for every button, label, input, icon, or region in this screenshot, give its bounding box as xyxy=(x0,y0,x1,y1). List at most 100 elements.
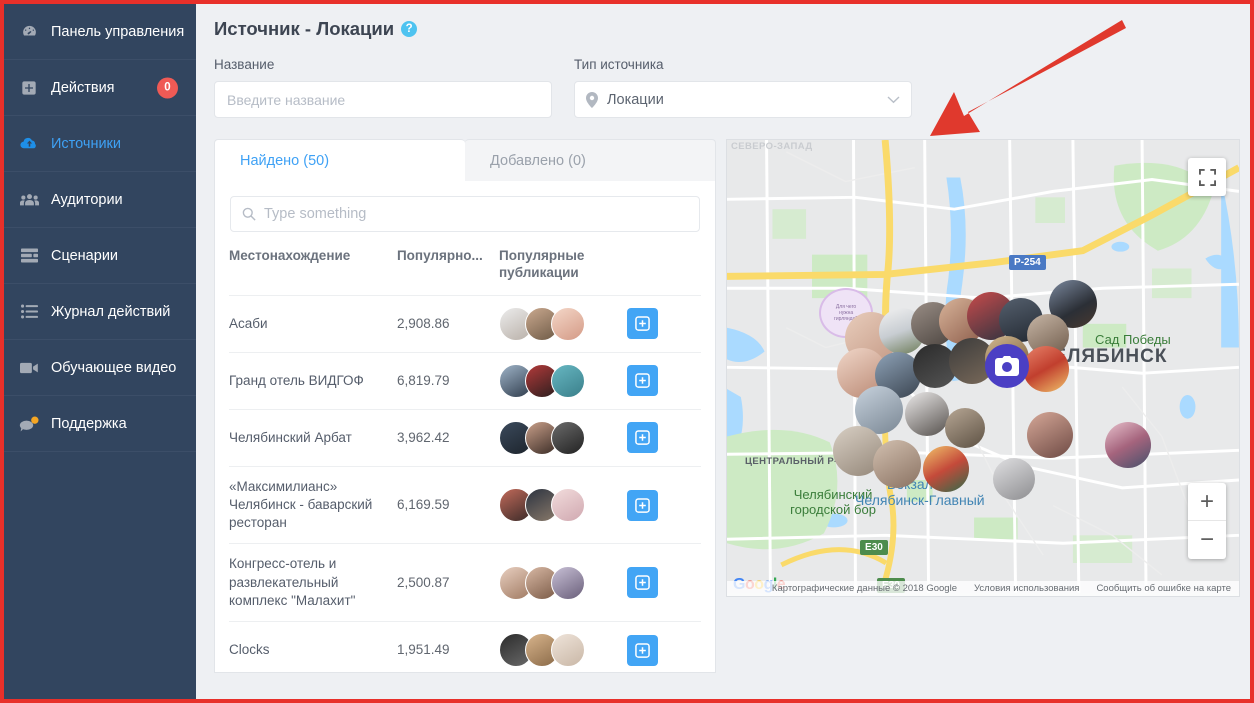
photo-marker[interactable] xyxy=(993,458,1036,500)
photo-marker[interactable] xyxy=(1027,412,1074,458)
photo-marker[interactable] xyxy=(1105,422,1152,468)
map-attribution: Картографические данные © 2018 Google Ус… xyxy=(727,581,1239,596)
table-row: Асаби 2,908.86 xyxy=(229,295,702,352)
photo-marker[interactable] xyxy=(873,440,922,488)
add-location-button[interactable] xyxy=(626,567,658,599)
search-icon xyxy=(242,207,256,221)
add-location-button[interactable] xyxy=(626,365,658,397)
table-body: Асаби 2,908.86 Гранд отель ВИДГОФ 6,819.79 Ч… xyxy=(229,295,702,672)
photo-marker[interactable] xyxy=(923,446,970,492)
cell-popularity: 3,962.42 xyxy=(396,429,450,445)
chat-icon xyxy=(18,416,40,432)
camera-cluster-marker[interactable] xyxy=(985,344,1030,388)
road-shield: E30 xyxy=(860,540,888,555)
map-data-attribution: Картографические данные © 2018 Google xyxy=(771,583,957,594)
photo-marker[interactable] xyxy=(945,408,986,448)
column-header-location: Местонахождение xyxy=(229,248,351,263)
table-head: Местонахождение Популярно... Популярные … xyxy=(229,232,701,295)
add-location-button[interactable] xyxy=(626,634,658,666)
add-location-button[interactable] xyxy=(626,489,658,521)
cell-action xyxy=(626,544,701,622)
table-header-row: Местонахождение Популярно... Популярные … xyxy=(229,232,701,295)
tab-found-label: Найдено (50) xyxy=(240,152,330,169)
video-icon xyxy=(18,361,40,375)
publication-thumbnail[interactable] xyxy=(551,488,586,523)
sidebar-item-label: Панель управления xyxy=(51,23,185,40)
plus-square-icon xyxy=(634,642,650,658)
publication-thumbnail[interactable] xyxy=(551,633,586,668)
map-zoom-controls: + − xyxy=(1188,483,1226,559)
photo-marker[interactable] xyxy=(1023,346,1070,392)
sidebar-item-sources[interactable]: Источники xyxy=(4,116,196,172)
tab-added[interactable]: Добавлено (0) xyxy=(465,139,717,181)
map-label: ЦЕНТРАЛЬНЫЙ Р-Н xyxy=(745,456,845,467)
app-window: Панель управления Действия 0 Источники А… xyxy=(0,0,1254,703)
status-badge: 0 xyxy=(157,77,178,98)
photo-marker[interactable] xyxy=(905,392,950,436)
column-header-publications: Популярные публикации xyxy=(499,248,585,280)
sidebar-item-audiences[interactable]: Аудитории xyxy=(4,172,196,228)
zoom-out-button[interactable]: − xyxy=(1188,521,1226,559)
table-row: Clocks 1,951.49 xyxy=(229,621,702,672)
content-split: Найдено (50) Добавлено (0) Type somethin… xyxy=(214,139,1240,673)
plus-square-icon xyxy=(634,373,650,389)
camera-icon xyxy=(995,356,1020,376)
map-report-link[interactable]: Сообщить об ошибке на карте xyxy=(1096,583,1231,594)
source-type-value: Локации xyxy=(607,91,664,108)
table-row: Конгресс-отель и развлекательный комплек… xyxy=(229,543,702,622)
cell-location: Гранд отель ВИДГОФ xyxy=(229,372,364,388)
chevron-down-icon xyxy=(887,95,900,104)
cell-location: Челябинский Арбат xyxy=(229,429,352,445)
cell-publications xyxy=(499,409,627,466)
cell-action xyxy=(626,295,701,352)
map-label: Челябинск-Главный xyxy=(855,492,985,508)
cell-action xyxy=(626,466,701,544)
users-icon xyxy=(18,191,40,208)
results-table-container: Type something Местонахождение Популярно… xyxy=(214,181,717,673)
map-terms-link[interactable]: Условия использования xyxy=(974,583,1079,594)
sidebar-item-label: Действия xyxy=(51,79,115,96)
main-content: Источник - Локации ? Название Введите на… xyxy=(196,4,1250,699)
search-input[interactable]: Type something xyxy=(230,196,701,232)
cell-publications xyxy=(499,544,627,622)
sidebar-item-label: Источники xyxy=(51,135,122,152)
sidebar-item-dashboard[interactable]: Панель управления xyxy=(4,4,196,60)
sidebar-item-scenarios[interactable]: Сценарии xyxy=(4,228,196,284)
tab-found[interactable]: Найдено (50) xyxy=(214,139,466,181)
cell-popularity: 2,500.87 xyxy=(396,574,450,590)
plus-square-icon xyxy=(634,575,650,591)
source-type-select[interactable]: Локации xyxy=(574,81,912,118)
name-field-group: Название Введите название xyxy=(214,57,552,118)
publication-thumbnail[interactable] xyxy=(551,363,586,398)
question-mark-icon[interactable]: ? xyxy=(401,21,418,37)
sidebar-item-actions[interactable]: Действия 0 xyxy=(4,60,196,116)
plus-square-icon xyxy=(634,430,650,446)
sidebar-item-label: Обучающее видео xyxy=(51,359,177,376)
sidebar: Панель управления Действия 0 Источники А… xyxy=(4,4,196,699)
road-shield: Р-254 xyxy=(1009,255,1046,270)
add-location-button[interactable] xyxy=(626,422,658,454)
publication-thumbnail[interactable] xyxy=(551,420,586,455)
source-type-label: Тип источника xyxy=(574,57,664,72)
cell-publications xyxy=(499,295,627,352)
add-location-button[interactable] xyxy=(626,308,658,340)
sidebar-item-support[interactable]: Поддержка xyxy=(4,396,196,452)
sidebar-item-activity-log[interactable]: Журнал действий xyxy=(4,284,196,340)
cell-location: Clocks xyxy=(229,641,270,657)
cell-publications xyxy=(499,622,627,672)
cell-action xyxy=(626,409,701,466)
table-row: Гранд отель ВИДГОФ 6,819.79 xyxy=(229,352,702,409)
tab-added-label: Добавлено (0) xyxy=(490,152,586,169)
zoom-in-button[interactable]: + xyxy=(1188,483,1226,521)
fullscreen-button[interactable] xyxy=(1188,158,1226,196)
map-view[interactable]: Сад Победы ЦЕНТРАЛЬНЫЙ Р-Н Челябинский г… xyxy=(726,139,1240,597)
cell-popularity: 2,908.86 xyxy=(396,315,450,331)
plus-square-icon xyxy=(18,80,40,96)
name-input[interactable]: Введите название xyxy=(214,81,552,118)
publication-thumbnail[interactable] xyxy=(551,306,586,341)
publication-thumbnail[interactable] xyxy=(551,565,586,600)
page-title: Источник - Локации ? xyxy=(214,18,1240,40)
sidebar-item-tutorial-video[interactable]: Обучающее видео xyxy=(4,340,196,396)
results-table: Местонахождение Популярно... Популярные … xyxy=(229,232,702,672)
name-input-placeholder: Введите название xyxy=(227,91,346,108)
